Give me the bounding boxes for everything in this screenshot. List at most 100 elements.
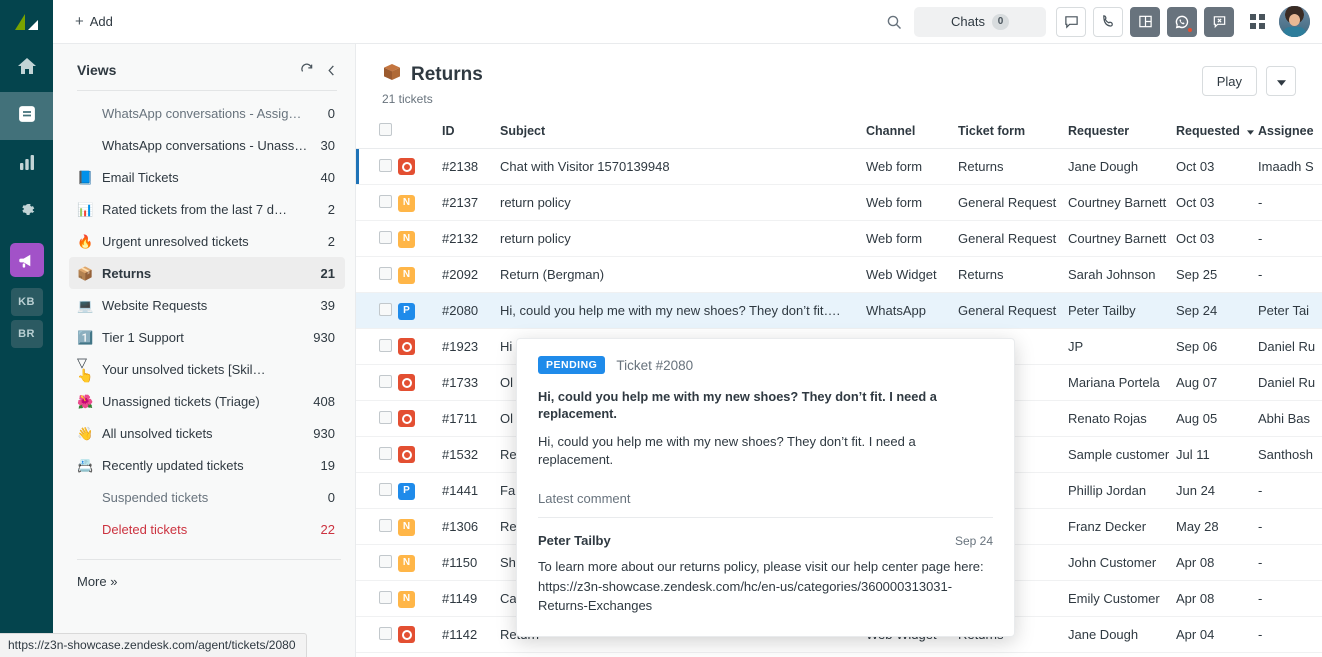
layout-panel-icon[interactable]: [1130, 7, 1160, 37]
sidebar-item-announcements[interactable]: [0, 236, 53, 284]
row-checkbox-cell[interactable]: [356, 221, 398, 257]
row-assignee: -: [1258, 221, 1322, 257]
column-header-assignee[interactable]: Assignee: [1258, 123, 1322, 149]
row-subject[interactable]: Return (Bergman): [500, 257, 866, 293]
checkbox-unchecked-icon[interactable]: [379, 627, 392, 640]
column-header-subject[interactable]: Subject: [500, 123, 866, 149]
checkbox-unchecked-icon[interactable]: [379, 231, 392, 244]
sidebar-item-reporting[interactable]: [0, 140, 53, 188]
chevron-left-icon[interactable]: [326, 64, 337, 77]
sidebar-item-unassigned-triage[interactable]: 🌺 Unassigned tickets (Triage) 408: [69, 385, 345, 417]
row-checkbox-cell[interactable]: [356, 401, 398, 437]
sidebar-item-home[interactable]: [0, 44, 53, 92]
sidebar-item-all-unsolved-tickets[interactable]: 👋 All unsolved tickets 930: [69, 417, 345, 449]
row-checkbox-cell[interactable]: [356, 185, 398, 221]
checkbox-unchecked-icon[interactable]: [379, 375, 392, 388]
row-checkbox-cell[interactable]: [356, 509, 398, 545]
sidebar-item-urgent-unresolved[interactable]: 🔥 Urgent unresolved tickets 2: [69, 225, 345, 257]
table-row[interactable]: #2138 Chat with Visitor 1570139948 Web f…: [356, 149, 1322, 185]
checkbox-unchecked-icon[interactable]: [379, 123, 392, 136]
sidebar-item-tickets[interactable]: [0, 92, 53, 140]
checkbox-unchecked-icon[interactable]: [379, 519, 392, 532]
row-subject[interactable]: Hi, could you help me with my new shoes?…: [500, 293, 866, 329]
row-requested: Aug 05: [1176, 401, 1258, 437]
checkbox-unchecked-icon[interactable]: [379, 411, 392, 424]
apps-grid-icon[interactable]: [1241, 14, 1273, 29]
sidebar-item-recently-updated-tickets[interactable]: 📇 Recently updated tickets 19: [69, 449, 345, 481]
view-emoji-icon: 🌺: [77, 395, 97, 408]
table-row[interactable]: P #2080 Hi, could you help me with my ne…: [356, 293, 1322, 329]
whatsapp-icon[interactable]: [1167, 7, 1197, 37]
row-requester: Jane Dough: [1068, 149, 1176, 185]
table-row[interactable]: N #2092 Return (Bergman) Web Widget Retu…: [356, 257, 1322, 293]
row-checkbox-cell[interactable]: [356, 329, 398, 365]
row-subject[interactable]: return policy: [500, 221, 866, 257]
column-header-id[interactable]: ID: [442, 123, 500, 149]
add-button[interactable]: + Add: [67, 10, 121, 33]
sidebar-item-rated-tickets[interactable]: 📊 Rated tickets from the last 7 d… 2: [69, 193, 345, 225]
views-more-link[interactable]: More »: [77, 560, 337, 589]
checkbox-unchecked-icon[interactable]: [379, 195, 392, 208]
speech-bubble-icon[interactable]: [1056, 7, 1086, 37]
row-checkbox-cell[interactable]: [356, 545, 398, 581]
row-checkbox-cell[interactable]: [356, 149, 398, 185]
checkbox-unchecked-icon[interactable]: [379, 555, 392, 568]
table-row[interactable]: N #2132 return policy Web form General R…: [356, 221, 1322, 257]
popup-subject: Hi, could you help me with my new shoes?…: [538, 388, 993, 423]
sidebar-item-your-unsolved-tickets[interactable]: ▽ 👆 Your unsolved tickets [Skil…: [69, 353, 345, 385]
sidebar-item-returns[interactable]: 📦 Returns 21: [69, 257, 345, 289]
view-label: Website Requests: [102, 298, 311, 313]
row-checkbox-cell[interactable]: [356, 437, 398, 473]
checkbox-unchecked-icon[interactable]: [379, 483, 392, 496]
user-avatar[interactable]: [1279, 6, 1310, 37]
column-header-requested[interactable]: Requested: [1176, 123, 1258, 149]
checkbox-unchecked-icon[interactable]: [379, 267, 392, 280]
table-head: ID Subject Channel Ticket form Requester…: [356, 123, 1322, 149]
row-checkbox-cell[interactable]: [356, 257, 398, 293]
play-options-button[interactable]: [1266, 66, 1296, 96]
row-id: #2138: [442, 149, 500, 185]
phone-icon[interactable]: [1093, 7, 1123, 37]
checkbox-unchecked-icon[interactable]: [379, 339, 392, 352]
message-close-icon[interactable]: [1204, 7, 1234, 37]
column-header-channel[interactable]: Channel: [866, 123, 958, 149]
row-subject[interactable]: return policy: [500, 185, 866, 221]
refresh-icon[interactable]: [300, 63, 314, 77]
row-subject[interactable]: Chat with Visitor 1570139948: [500, 149, 866, 185]
sidebar-item-tier-1-support[interactable]: 1️⃣ Tier 1 Support 930: [69, 321, 345, 353]
checkbox-unchecked-icon[interactable]: [379, 159, 392, 172]
sidebar-item-deleted-tickets[interactable]: Deleted tickets 22: [69, 513, 345, 545]
column-header-requester[interactable]: Requester: [1068, 123, 1176, 149]
row-checkbox-cell[interactable]: [356, 617, 398, 653]
table-row[interactable]: N #2137 return policy Web form General R…: [356, 185, 1322, 221]
sidebar-item-whatsapp-assigned[interactable]: WhatsApp conversations - Assig… 0: [69, 97, 345, 129]
add-button-label: Add: [90, 14, 113, 29]
column-header-ticket-form[interactable]: Ticket form: [958, 123, 1068, 149]
row-assignee: -: [1258, 509, 1322, 545]
popup-latest-comment-label: Latest comment: [538, 491, 993, 518]
sidebar-item-kb[interactable]: KB: [11, 288, 43, 316]
sidebar-item-website-requests[interactable]: 💻 Website Requests 39: [69, 289, 345, 321]
select-all-header[interactable]: [356, 123, 398, 149]
checkbox-unchecked-icon[interactable]: [379, 447, 392, 460]
search-icon[interactable]: [874, 14, 914, 30]
view-emoji-icon: 📊: [77, 203, 97, 216]
row-checkbox-cell[interactable]: [356, 581, 398, 617]
sidebar-item-admin[interactable]: [0, 188, 53, 236]
sidebar-item-email-tickets[interactable]: 📘 Email Tickets 40: [69, 161, 345, 193]
sidebar-item-br[interactable]: BR: [11, 320, 43, 348]
row-checkbox-cell[interactable]: [356, 293, 398, 329]
row-checkbox-cell[interactable]: [356, 473, 398, 509]
apps-grid-dots: [1250, 14, 1265, 29]
play-button[interactable]: Play: [1202, 66, 1257, 96]
chats-button[interactable]: Chats 0: [914, 7, 1046, 37]
sidebar-item-whatsapp-unassigned[interactable]: WhatsApp conversations - Unass… 30: [69, 129, 345, 161]
row-assignee: Peter Tai: [1258, 293, 1322, 329]
sidebar-item-suspended-tickets[interactable]: Suspended tickets 0: [69, 481, 345, 513]
zendesk-logo-icon[interactable]: [0, 0, 53, 44]
row-checkbox-cell[interactable]: [356, 365, 398, 401]
row-channel: Web Widget: [866, 257, 958, 293]
checkbox-unchecked-icon[interactable]: [379, 591, 392, 604]
row-status-cell: N: [398, 221, 442, 257]
checkbox-unchecked-icon[interactable]: [379, 303, 392, 316]
